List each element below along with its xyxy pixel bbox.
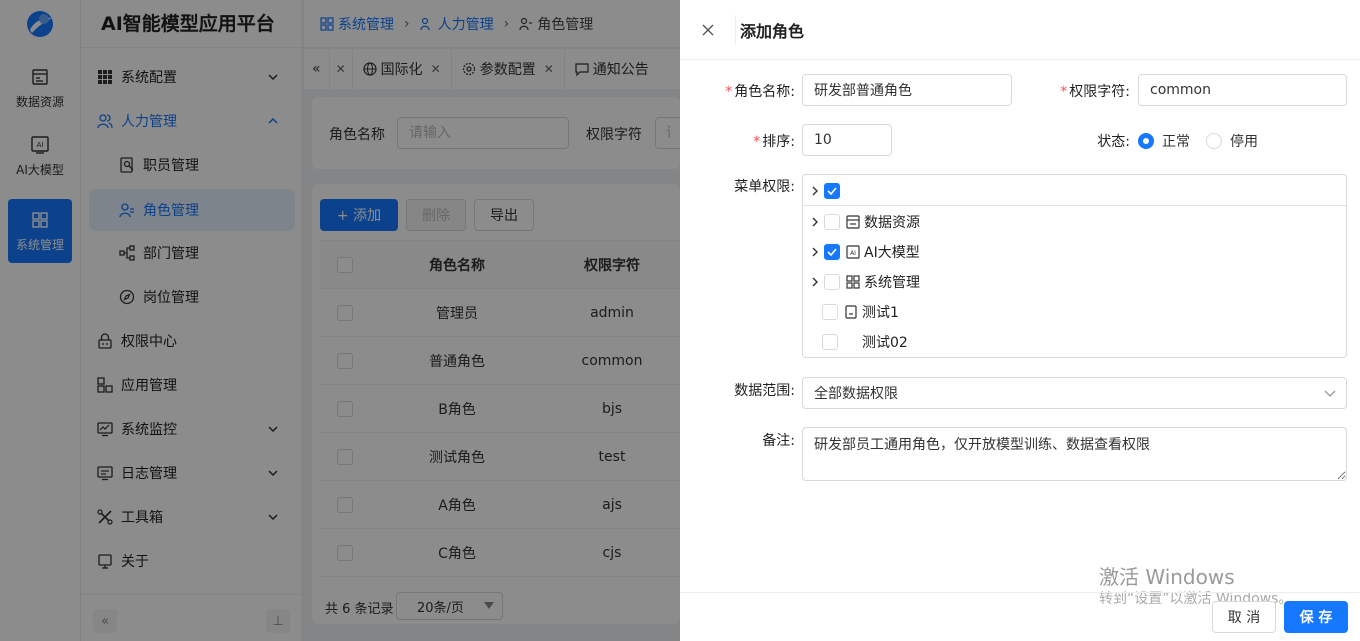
drawer-title: 添加角色	[740, 21, 805, 41]
tree-node-test1[interactable]: 测试1	[822, 300, 899, 324]
status-label: 状态:	[1097, 134, 1130, 150]
save-button[interactable]: 保 存	[1284, 601, 1348, 633]
tree-node-system[interactable]: 系统管理	[808, 270, 920, 294]
ai-model-icon: AI	[846, 245, 860, 259]
remark-label: 备注:	[762, 433, 795, 449]
svg-text:AI: AI	[850, 250, 856, 257]
role-name-input[interactable]	[802, 74, 1012, 106]
caret-right-icon[interactable]	[808, 245, 822, 259]
tree-node-label: 系统管理	[864, 275, 920, 291]
tree-checkbox[interactable]	[824, 274, 840, 290]
tree-checkbox[interactable]	[824, 183, 840, 199]
close-icon	[702, 24, 713, 35]
radio-dot	[1206, 133, 1222, 149]
drawer-header: 添加角色	[680, 0, 1360, 60]
remark-textarea[interactable]: 研发部员工通用角色，仅开放模型训练、数据查看权限	[802, 427, 1347, 481]
caret-right-icon[interactable]	[808, 215, 822, 229]
radio-dot	[1138, 133, 1154, 149]
tree-node-label: 测试02	[862, 335, 908, 351]
status-radio-disabled[interactable]: 停用	[1206, 131, 1258, 151]
caret-right-icon[interactable]	[808, 275, 822, 289]
system-icon	[846, 275, 860, 289]
tree-node-label: 测试1	[862, 305, 899, 321]
tree-checkbox[interactable]	[822, 304, 838, 320]
modal-mask[interactable]	[0, 0, 680, 641]
tree-node-label: 数据资源	[864, 215, 920, 231]
sort-input[interactable]	[802, 124, 892, 156]
tree-node-data-resource[interactable]: 数据资源	[808, 210, 920, 234]
tree-node-root[interactable]	[808, 179, 846, 203]
perm-char-input[interactable]	[1138, 74, 1347, 106]
tree-node-label: AI大模型	[864, 245, 920, 261]
data-scope-label: 数据范围:	[734, 383, 795, 399]
chevron-down-icon	[1324, 390, 1336, 397]
sort-label: * 排序:	[753, 134, 795, 150]
drawer-footer-divider	[680, 592, 1360, 593]
tree-node-test02[interactable]: 测试02	[822, 330, 908, 354]
menu-perm-label: 菜单权限:	[734, 179, 795, 195]
close-button[interactable]	[680, 14, 736, 45]
status-radio-normal[interactable]: 正常	[1138, 131, 1190, 151]
tree-checkbox[interactable]	[824, 244, 840, 260]
perm-char-label: * 权限字符:	[1060, 84, 1130, 100]
tree-checkbox[interactable]	[824, 214, 840, 230]
cancel-button[interactable]: 取 消	[1212, 601, 1276, 633]
role-name-label: * 角色名称:	[725, 84, 795, 100]
tree-checkbox[interactable]	[822, 334, 838, 350]
windows-activation-watermark: 激活 Windows	[1099, 565, 1235, 589]
doc-icon	[845, 305, 857, 319]
data-resource-icon	[846, 215, 860, 229]
tree-node-ai-model[interactable]: AI AI大模型	[808, 240, 920, 264]
data-scope-value: 全部数据权限	[814, 386, 898, 402]
data-scope-select[interactable]: 全部数据权限	[802, 377, 1347, 409]
caret-right-icon[interactable]	[808, 184, 822, 198]
